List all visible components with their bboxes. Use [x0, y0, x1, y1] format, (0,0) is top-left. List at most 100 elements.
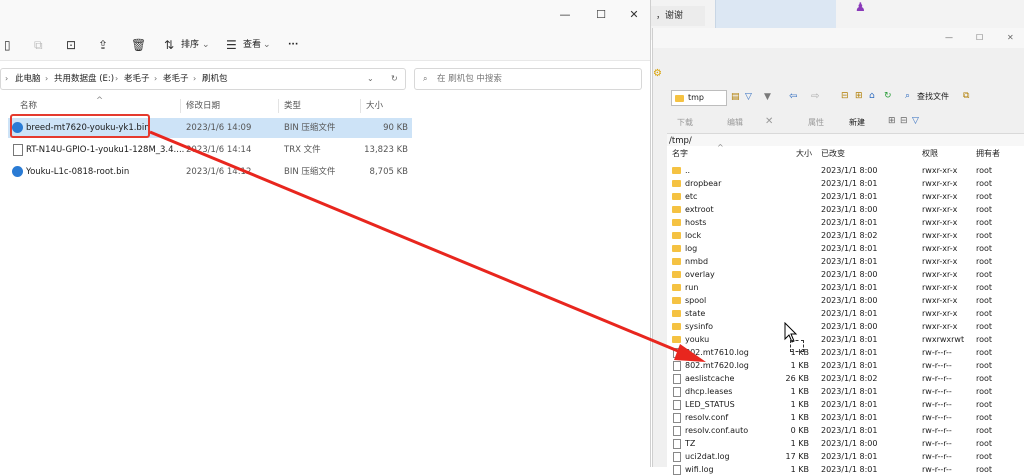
view-button[interactable]: 查看 — [243, 38, 261, 52]
chevron-down-icon[interactable]: ⌄ — [367, 69, 374, 89]
remote-file-row[interactable]: 802.mt7620.log 1 KB 2023/1/1 8:01 rw-r--r--… — [667, 359, 1024, 372]
sync-icon[interactable]: ⧉ — [963, 91, 969, 101]
column-name[interactable]: 名字 — [672, 148, 688, 160]
remote-file-row[interactable]: spool 2023/1/1 8:00 rwxr-xr-x root — [667, 294, 1024, 307]
remote-file-row[interactable]: etc 2023/1/1 8:01 rwxr-xr-x root — [667, 190, 1024, 203]
column-name[interactable]: 名称 — [20, 97, 37, 115]
column-changed[interactable]: 已改变 — [821, 148, 845, 160]
remote-file-row[interactable]: TZ 1 KB 2023/1/1 8:00 rw-r--r-- root — [667, 437, 1024, 450]
minus-icon[interactable]: ⊟ — [900, 116, 908, 126]
toolbar-icon[interactable]: ⚙ — [653, 68, 667, 82]
remote-file-name: LED_STATUS — [685, 400, 735, 409]
breadcrumb-item[interactable]: 老毛子 — [163, 69, 189, 89]
remote-file-row[interactable]: 802.mt7610.log 1 KB 2023/1/1 8:01 rw-r--r--… — [667, 346, 1024, 359]
home-icon[interactable]: ⌂ — [869, 91, 875, 101]
file-row[interactable]: RT-N14U-GPIO-1-youku1-128M_3.4.... 2023/… — [8, 140, 412, 160]
file-explorer-window: — ☐ ✕ ▯ ⧉ ⊡ ⇪ 🗑 ⇅ 排序 ⌄ ☰ 查看 ⌄ ··· › 此电脑 … — [0, 0, 651, 467]
remote-file-owner: root — [976, 452, 993, 461]
breadcrumb-item[interactable]: 共用数据盘 (E:) — [54, 69, 114, 89]
remote-file-row[interactable]: state 2023/1/1 8:01 rwxr-xr-x root — [667, 307, 1024, 320]
remote-file-permissions: rwxr-xr-x — [922, 166, 958, 175]
breadcrumb-item[interactable]: 此电脑 — [15, 69, 41, 89]
remote-file-changed: 2023/1/1 8:00 — [821, 322, 878, 331]
remote-file-owner: root — [976, 270, 993, 279]
chevron-right-icon: › — [5, 74, 9, 83]
sort-button[interactable]: 排序 — [181, 38, 199, 52]
share-icon[interactable]: ⇪ — [98, 38, 112, 52]
copy-icon[interactable]: ⧉ — [34, 38, 48, 52]
remote-file-row[interactable]: youku 2023/1/1 8:01 rwxrwxrwt root — [667, 333, 1024, 346]
remote-file-row[interactable]: log 2023/1/1 8:01 rwxr-xr-x root — [667, 242, 1024, 255]
find-icon[interactable]: ⌕ — [905, 91, 910, 101]
remote-file-size: 1 KB — [790, 413, 809, 422]
remote-file-row[interactable]: dropbear 2023/1/1 8:01 rwxr-xr-x root — [667, 177, 1024, 190]
filter-icon[interactable]: ▽ — [745, 92, 752, 102]
remote-file-row[interactable]: sysinfo 2023/1/1 8:00 rwxr-xr-x root — [667, 320, 1024, 333]
remote-file-row[interactable]: wifi.log 1 KB 2023/1/1 8:01 rw-r--r-- root — [667, 463, 1024, 476]
remote-file-row[interactable]: extroot 2023/1/1 8:00 rwxr-xr-x root — [667, 203, 1024, 216]
refresh-icon[interactable]: ↻ — [884, 91, 892, 101]
edit-button[interactable]: 编辑 — [727, 117, 743, 129]
column-permissions[interactable]: 权限 — [922, 148, 938, 160]
file-row[interactable]: Youku-L1c-0818-root.bin 2023/1/6 14:12 B… — [8, 162, 412, 182]
column-size[interactable]: 大小 — [796, 148, 812, 160]
remote-file-row[interactable]: hosts 2023/1/1 8:01 rwxr-xr-x root — [667, 216, 1024, 229]
close-button[interactable]: ✕ — [1007, 31, 1014, 45]
back-arrow-icon[interactable]: ⇦ — [789, 91, 797, 102]
delete-icon[interactable]: ✕ — [765, 116, 773, 127]
close-button[interactable]: ✕ — [617, 0, 651, 30]
search-box[interactable]: ⌕ 在 刷机包 中搜索 — [414, 68, 642, 90]
folder-icon — [672, 297, 681, 304]
remote-file-row[interactable]: resolv.conf 1 KB 2023/1/1 8:01 rw-r--r-- roo… — [667, 411, 1024, 424]
rename-icon[interactable]: ⊡ — [66, 38, 80, 52]
column-owner[interactable]: 拥有者 — [976, 148, 1000, 160]
filter-icon[interactable]: ▼ — [764, 92, 771, 102]
find-files-button[interactable]: 查找文件 — [917, 91, 949, 103]
breadcrumb-item[interactable]: 老毛子 — [124, 69, 150, 89]
file-icon — [673, 361, 681, 371]
plus-icon[interactable]: ⊞ — [888, 116, 896, 126]
file-name: RT-N14U-GPIO-1-youku1-128M_3.4.... — [26, 145, 185, 155]
remote-file-row[interactable]: nmbd 2023/1/1 8:01 rwxr-xr-x root — [667, 255, 1024, 268]
remote-file-name: resolv.conf.auto — [685, 426, 749, 435]
minimize-button[interactable]: — — [548, 0, 582, 30]
column-type[interactable]: 类型 — [284, 97, 301, 115]
remote-file-changed: 2023/1/1 8:00 — [821, 270, 878, 279]
address-bar[interactable]: › 此电脑 › 共用数据盘 (E:) › 老毛子 › 老毛子 › 刷机包 ⌄ ↻ — [0, 68, 406, 90]
more-button[interactable]: ··· — [288, 38, 298, 52]
remote-file-row[interactable]: resolv.conf.auto 0 KB 2023/1/1 8:01 rw-r--r… — [667, 424, 1024, 437]
remote-file-row[interactable]: LED_STATUS 1 KB 2023/1/1 8:01 rw-r--r-- root — [667, 398, 1024, 411]
refresh-icon[interactable]: ↻ — [391, 69, 398, 89]
remote-file-permissions: rwxr-xr-x — [922, 179, 958, 188]
folder-select[interactable]: tmp — [671, 90, 727, 106]
new-icon[interactable]: ▯ — [4, 38, 18, 52]
breadcrumb-item[interactable]: 刷机包 — [202, 69, 228, 89]
root-dir-icon[interactable]: ⊞ — [855, 91, 863, 101]
delete-icon[interactable]: 🗑 — [131, 38, 146, 52]
open-folder-icon[interactable]: ▤ — [731, 92, 740, 102]
new-button[interactable]: 新建 — [849, 117, 865, 129]
forward-arrow-icon[interactable]: ⇨ — [811, 91, 819, 102]
filter-icon[interactable]: ▽ — [912, 116, 919, 126]
remote-file-row[interactable]: lock 2023/1/1 8:02 rwxr-xr-x root — [667, 229, 1024, 242]
remote-file-row[interactable]: overlay 2023/1/1 8:00 rwxr-xr-x root — [667, 268, 1024, 281]
minimize-button[interactable]: — — [945, 31, 953, 45]
remote-file-row[interactable]: .. 2023/1/1 8:00 rwxr-xr-x root — [667, 164, 1024, 177]
remote-file-row[interactable]: dhcp.leases 1 KB 2023/1/1 8:01 rw-r--r-- roo… — [667, 385, 1024, 398]
file-size: 90 KB — [383, 123, 408, 133]
remote-file-size: 1 KB — [790, 387, 809, 396]
search-input[interactable]: 在 刷机包 中搜索 — [437, 69, 502, 89]
maximize-button[interactable]: ☐ — [976, 31, 983, 45]
file-icon — [12, 166, 23, 177]
column-date[interactable]: 修改日期 — [186, 97, 220, 115]
properties-button[interactable]: 属性 — [808, 117, 824, 129]
remote-file-name: log — [685, 244, 698, 253]
download-button[interactable]: 下载 — [677, 117, 693, 129]
column-size[interactable]: 大小 — [366, 97, 383, 115]
parent-dir-icon[interactable]: ⊟ — [841, 91, 849, 101]
remote-file-changed: 2023/1/1 8:01 — [821, 218, 878, 227]
remote-file-row[interactable]: uci2dat.log 17 KB 2023/1/1 8:01 rw-r--r-- ro… — [667, 450, 1024, 463]
remote-file-row[interactable]: aeslistcache 26 KB 2023/1/1 8:02 rw-r--r-- r… — [667, 372, 1024, 385]
maximize-button[interactable]: ☐ — [584, 0, 618, 30]
remote-file-row[interactable]: run 2023/1/1 8:01 rwxr-xr-x root — [667, 281, 1024, 294]
